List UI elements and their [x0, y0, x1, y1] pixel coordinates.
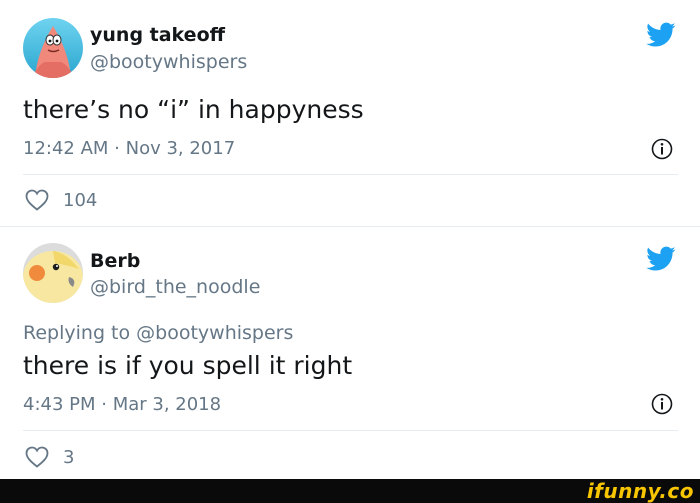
replying-to-label: Replying to	[23, 322, 131, 344]
tweet-timestamp[interactable]: 4:43 PM · Mar 3, 2018	[23, 394, 221, 415]
twitter-bird-icon[interactable]	[646, 22, 676, 48]
replying-to-handle[interactable]: @bootywhispers	[136, 322, 293, 344]
tweet-card: Berb @bird_the_noodle Replying to @booty…	[0, 227, 700, 468]
tweet-card: yung takeoff @bootywhispers there’s no “…	[0, 0, 700, 227]
patrick-star-avatar-icon	[23, 18, 83, 78]
replying-to: Replying to @bootywhispers	[23, 322, 293, 344]
user-handle[interactable]: @bootywhispers	[90, 51, 247, 73]
user-handle[interactable]: @bird_the_noodle	[90, 276, 260, 298]
info-icon[interactable]	[651, 393, 673, 415]
display-name[interactable]: Berb	[90, 250, 140, 272]
cockatiel-avatar-icon	[23, 243, 83, 303]
divider	[23, 174, 678, 175]
like-count: 3	[63, 446, 75, 468]
watermark-bar: ifunny.co	[0, 479, 700, 503]
info-icon[interactable]	[651, 138, 673, 160]
tweet-text: there’s no “i” in happyness	[23, 95, 364, 124]
avatar[interactable]	[23, 243, 83, 303]
ifunny-watermark: ifunny.co	[586, 479, 694, 503]
heart-icon	[25, 446, 49, 468]
divider	[23, 430, 678, 431]
display-name[interactable]: yung takeoff	[90, 24, 225, 46]
like-button[interactable]: 3	[25, 445, 74, 469]
like-button[interactable]: 104	[25, 188, 97, 212]
twitter-bird-icon[interactable]	[646, 246, 676, 272]
avatar[interactable]	[23, 18, 83, 78]
like-count: 104	[63, 189, 98, 211]
tweet-text: there is if you spell it right	[23, 351, 353, 380]
heart-icon	[25, 189, 49, 211]
tweet-timestamp[interactable]: 12:42 AM · Nov 3, 2017	[23, 138, 235, 159]
